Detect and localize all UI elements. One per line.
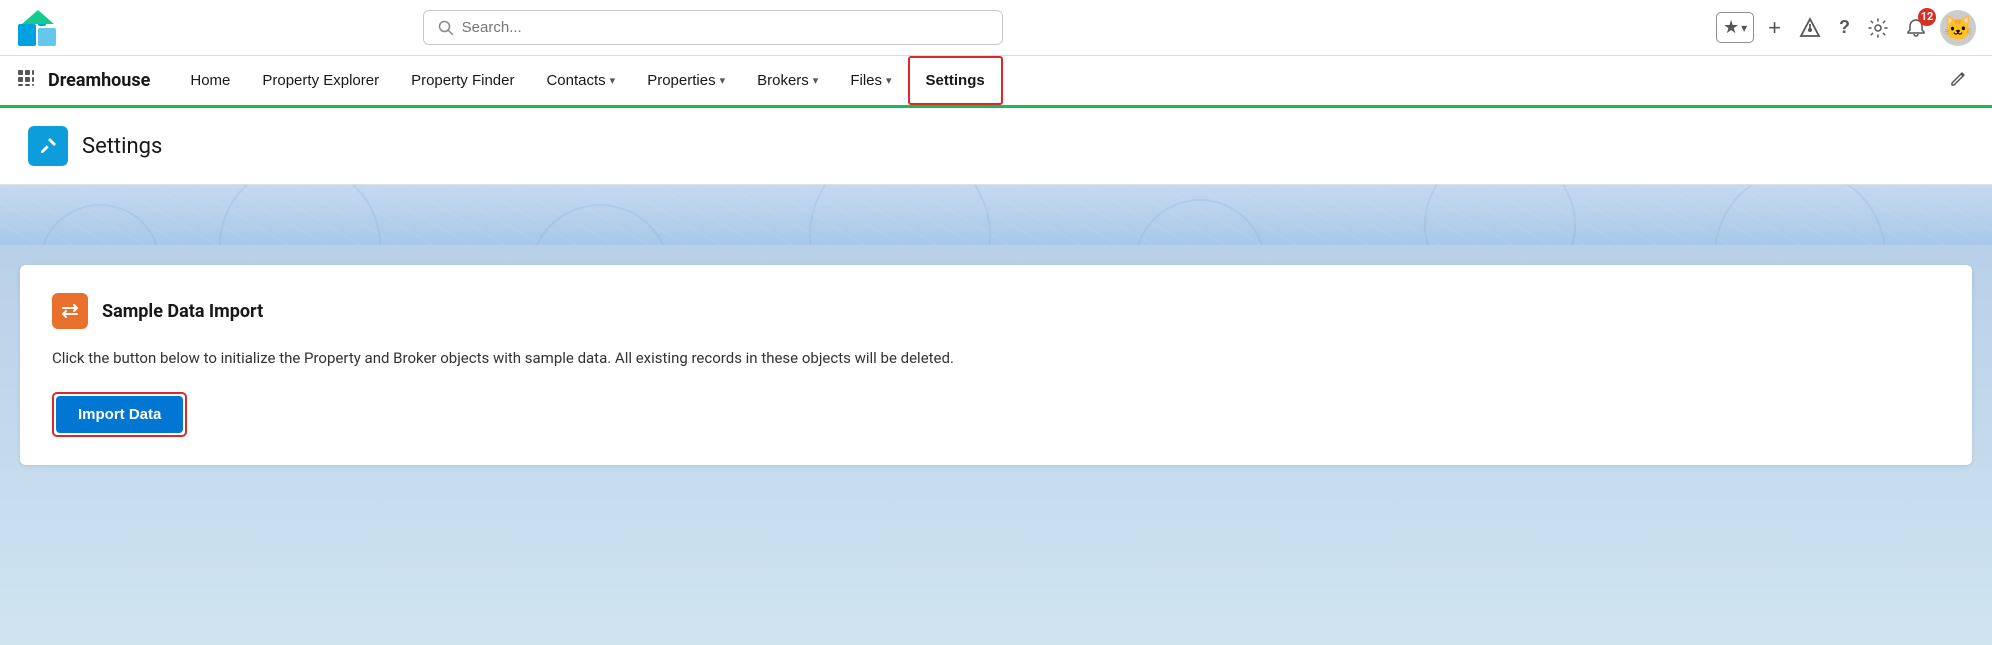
nav-item-files[interactable]: Files ▾	[834, 56, 907, 105]
page-header-band: Settings	[0, 108, 1992, 245]
edit-icon[interactable]	[1942, 65, 1976, 96]
nav-bar: Dreamhouse Home Property Explorer Proper…	[0, 56, 1992, 108]
import-button-wrapper: Import Data	[52, 392, 187, 437]
notifications-wrapper: 12	[1902, 14, 1930, 42]
search-input[interactable]	[462, 19, 988, 36]
search-container	[423, 10, 1003, 45]
trailhead-icon[interactable]	[1795, 13, 1825, 43]
app-logo	[16, 6, 60, 50]
avatar[interactable]: 🐱	[1940, 10, 1976, 46]
add-button[interactable]: +	[1764, 11, 1785, 45]
nav-item-contacts[interactable]: Contacts ▾	[530, 56, 631, 105]
nav-item-brokers[interactable]: Brokers ▾	[741, 56, 834, 105]
nav-items: Home Property Explorer Property Finder C…	[174, 56, 1002, 105]
chevron-down-icon: ▾	[720, 74, 726, 87]
nav-item-property-finder[interactable]: Property Finder	[395, 56, 530, 105]
card-description: Click the button below to initialize the…	[52, 347, 1940, 370]
page-header: Settings	[0, 108, 1992, 185]
nav-item-property-explorer[interactable]: Property Explorer	[246, 56, 395, 105]
import-data-button[interactable]: Import Data	[56, 396, 183, 433]
nav-item-properties[interactable]: Properties ▾	[631, 56, 741, 105]
favorites-button[interactable]: ★ ▾	[1716, 12, 1754, 43]
content-card: Sample Data Import Click the button belo…	[20, 265, 1972, 465]
transfer-icon	[52, 293, 88, 329]
chevron-down-icon: ▾	[813, 74, 819, 87]
settings-page-icon	[28, 126, 68, 166]
help-button[interactable]: ?	[1835, 13, 1854, 42]
grid-icon[interactable]	[16, 68, 36, 93]
search-icon	[438, 20, 454, 36]
app-name: Dreamhouse	[48, 70, 150, 91]
main-content: Sample Data Import Click the button belo…	[0, 245, 1992, 645]
nav-item-settings[interactable]: Settings	[908, 56, 1003, 105]
notifications-badge: 12	[1918, 8, 1936, 26]
chevron-down-icon: ▾	[1741, 21, 1747, 35]
page-title: Settings	[82, 134, 162, 159]
nav-item-home[interactable]: Home	[174, 56, 246, 105]
chevron-down-icon: ▾	[610, 74, 616, 87]
chevron-down-icon: ▾	[886, 74, 892, 87]
top-bar: ★ ▾ + ? 12 🐱	[0, 0, 1992, 56]
card-title: Sample Data Import	[102, 301, 263, 322]
card-header: Sample Data Import	[52, 293, 1940, 329]
star-icon: ★	[1723, 17, 1739, 38]
top-bar-actions: ★ ▾ + ? 12 🐱	[1716, 10, 1976, 46]
setup-button[interactable]	[1864, 14, 1892, 42]
